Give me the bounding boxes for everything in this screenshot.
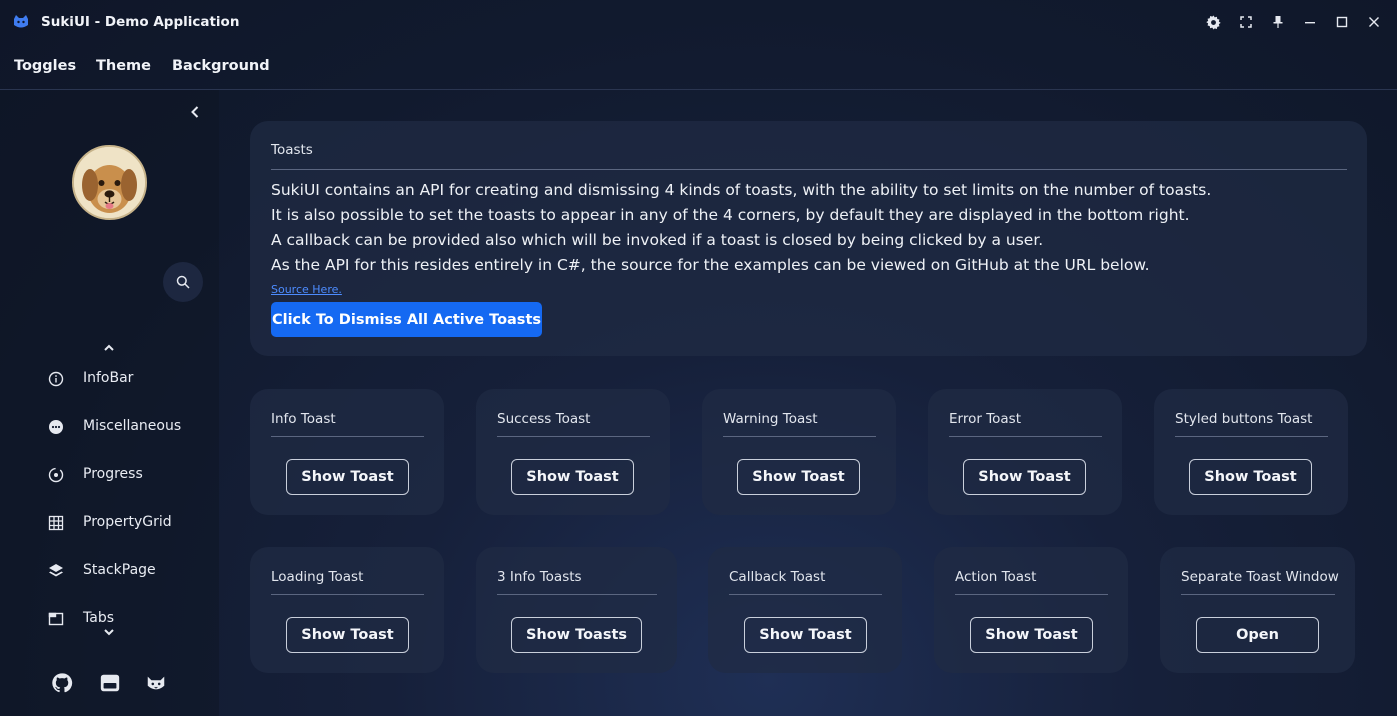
- show-success-toast-button[interactable]: Show Toast: [511, 459, 634, 495]
- card-title: Callback Toast: [729, 569, 826, 585]
- divider: [271, 594, 424, 595]
- show-error-toast-button[interactable]: Show Toast: [963, 459, 1086, 495]
- divider: [497, 436, 650, 437]
- search-icon: [176, 275, 190, 289]
- toast-card-info: Info Toast Show Toast: [250, 389, 444, 515]
- divider: [271, 169, 1347, 170]
- divider: [955, 594, 1108, 595]
- layers-icon: [49, 564, 63, 577]
- menu-toggles[interactable]: Toggles: [14, 58, 76, 74]
- minimize-icon[interactable]: [1300, 12, 1320, 32]
- sidebar-item-miscellaneous[interactable]: Miscellaneous: [0, 409, 219, 445]
- description-line: A callback can be provided also which wi…: [271, 231, 1044, 249]
- title-bar: SukiUI - Demo Application: [0, 0, 1397, 44]
- toast-card-separate-window: Separate Toast Window Open: [1160, 547, 1355, 673]
- sidebar-item-label: Progress: [83, 466, 143, 482]
- menu-bar: Toggles Theme Background: [0, 46, 1397, 86]
- sidebar: InfoBar Miscellaneous Progress PropertyG…: [0, 90, 219, 716]
- toast-card-warning: Warning Toast Show Toast: [702, 389, 896, 515]
- gear-icon[interactable]: [1203, 12, 1223, 32]
- show-action-toast-button[interactable]: Show Toast: [970, 617, 1093, 653]
- toast-card-styled-buttons: Styled buttons Toast Show Toast: [1154, 389, 1348, 515]
- sidebar-item-label: Tabs: [83, 610, 114, 626]
- card-title: 3 Info Toasts: [497, 569, 582, 585]
- show-callback-toast-button[interactable]: Show Toast: [744, 617, 867, 653]
- show-info-toast-button[interactable]: Show Toast: [286, 459, 409, 495]
- source-link[interactable]: Source Here.: [271, 283, 342, 296]
- card-title: Info Toast: [271, 411, 336, 427]
- search-button[interactable]: [163, 262, 203, 302]
- app-logo-icon: [14, 15, 28, 28]
- open-toast-window-button[interactable]: Open: [1196, 617, 1319, 653]
- menu-background[interactable]: Background: [172, 58, 270, 74]
- sidebar-item-label: Miscellaneous: [83, 418, 182, 434]
- card-title: Toasts: [271, 142, 313, 158]
- window-title: SukiUI - Demo Application: [41, 14, 240, 30]
- card-title: Error Toast: [949, 411, 1022, 427]
- card-title: Action Toast: [955, 569, 1037, 585]
- fullscreen-icon[interactable]: [1236, 12, 1256, 32]
- maximize-icon[interactable]: [1332, 12, 1352, 32]
- cat-icon[interactable]: [145, 672, 167, 694]
- card-title: Separate Toast Window: [1181, 569, 1339, 585]
- divider: [949, 436, 1102, 437]
- avatar: [72, 145, 147, 220]
- divider: [497, 594, 657, 595]
- sidebar-item-stackpage[interactable]: StackPage: [0, 553, 219, 589]
- dismiss-all-toasts-button[interactable]: Click To Dismiss All Active Toasts: [271, 302, 542, 337]
- sidebar-item-progress[interactable]: Progress: [0, 457, 219, 493]
- progress-icon: [48, 467, 64, 483]
- toast-card-3-info: 3 Info Toasts Show Toasts: [476, 547, 677, 673]
- divider: [723, 436, 876, 437]
- card-title: Styled buttons Toast: [1175, 411, 1313, 427]
- tabs-icon: [48, 612, 64, 626]
- show-styled-toast-button[interactable]: Show Toast: [1189, 459, 1312, 495]
- description-line: SukiUI contains an API for creating and …: [271, 181, 1212, 199]
- toast-card-loading: Loading Toast Show Toast: [250, 547, 444, 673]
- sidebar-item-infobar[interactable]: InfoBar: [0, 361, 219, 397]
- divider: [729, 594, 882, 595]
- description-line: As the API for this resides entirely in …: [271, 256, 1150, 274]
- sidebar-item-label: StackPage: [83, 562, 156, 578]
- show-3-info-toasts-button[interactable]: Show Toasts: [511, 617, 642, 653]
- chevron-up-icon[interactable]: [101, 342, 117, 354]
- card-title: Warning Toast: [723, 411, 818, 427]
- sidebar-item-label: PropertyGrid: [83, 514, 172, 530]
- menu-theme[interactable]: Theme: [96, 58, 151, 74]
- toasts-info-card: Toasts SukiUI contains an API for creati…: [250, 121, 1367, 356]
- window-icon[interactable]: [99, 672, 121, 694]
- github-icon[interactable]: [51, 672, 73, 694]
- divider: [1181, 594, 1335, 595]
- toast-card-error: Error Toast Show Toast: [928, 389, 1122, 515]
- divider: [271, 436, 424, 437]
- card-title: Loading Toast: [271, 569, 364, 585]
- info-icon: [48, 371, 64, 387]
- toast-card-action: Action Toast Show Toast: [934, 547, 1128, 673]
- sidebar-item-label: InfoBar: [83, 370, 134, 386]
- toast-card-callback: Callback Toast Show Toast: [708, 547, 902, 673]
- close-icon[interactable]: [1364, 12, 1384, 32]
- grid-icon: [48, 515, 64, 531]
- show-loading-toast-button[interactable]: Show Toast: [286, 617, 409, 653]
- dots-icon: [49, 420, 63, 434]
- divider: [1175, 436, 1328, 437]
- description-line: It is also possible to set the toasts to…: [271, 206, 1190, 224]
- sidebar-item-propertygrid[interactable]: PropertyGrid: [0, 505, 219, 541]
- chevron-left-icon[interactable]: [186, 103, 204, 121]
- toast-card-success: Success Toast Show Toast: [476, 389, 670, 515]
- card-title: Success Toast: [497, 411, 591, 427]
- chevron-down-icon[interactable]: [101, 626, 117, 638]
- show-warning-toast-button[interactable]: Show Toast: [737, 459, 860, 495]
- pin-icon[interactable]: [1268, 12, 1288, 32]
